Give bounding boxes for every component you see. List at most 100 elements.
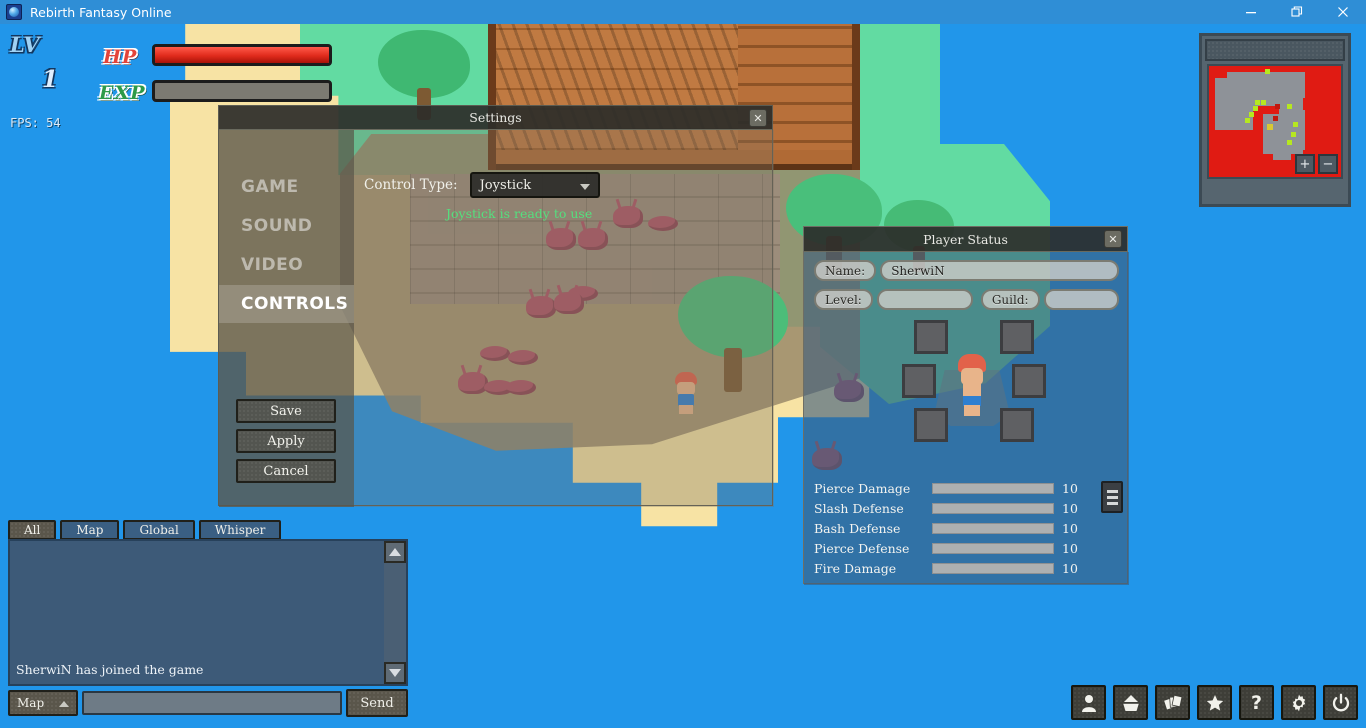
chat-channel-select[interactable]: Map: [8, 690, 78, 716]
equipment-slot[interactable]: [1000, 408, 1034, 442]
chat-log: SherwiN has joined the game: [8, 539, 408, 686]
chevron-down-icon: [579, 184, 590, 190]
hp-bar: [152, 44, 332, 66]
action-icon-bar: ?: [1071, 685, 1358, 720]
stat-value: 10: [1062, 500, 1078, 516]
close-button[interactable]: [1320, 0, 1366, 24]
chat-tab-map[interactable]: Map: [60, 520, 120, 540]
level-label: LV: [10, 32, 41, 57]
cancel-button[interactable]: Cancel: [236, 459, 336, 483]
exp-bar: [152, 80, 332, 102]
guild-field[interactable]: [1043, 289, 1119, 310]
save-button[interactable]: Save: [236, 399, 336, 423]
chat-channel-value: Map: [17, 696, 45, 710]
chat-input[interactable]: [82, 691, 342, 715]
chat-tab-whisper[interactable]: Whisper: [198, 520, 282, 540]
apply-button[interactable]: Apply: [236, 429, 336, 453]
triangle-up-icon: [389, 548, 401, 556]
stat-row: Fire Damage 10: [814, 558, 1119, 578]
settings-gear-icon[interactable]: [1281, 685, 1316, 720]
player-status-title: Player Status: [923, 231, 1008, 247]
chat-tab-global[interactable]: Global: [123, 520, 195, 540]
window-controls: [1228, 0, 1366, 24]
name-field[interactable]: SherwiN: [880, 260, 1119, 281]
stat-name: Pierce Defense: [814, 540, 910, 556]
settings-tab-video[interactable]: VIDEO: [219, 246, 354, 284]
equipment-slot[interactable]: [1012, 364, 1046, 398]
equipment-slot[interactable]: [902, 364, 936, 398]
stat-bar: [932, 502, 1054, 514]
stat-bar: [932, 542, 1054, 554]
settings-tab-sound[interactable]: SOUND: [219, 207, 354, 245]
chat-tab-list: All Map Global Whisper: [8, 520, 408, 540]
equipment-slot[interactable]: [1000, 320, 1034, 354]
player-status-titlebar: Player Status ✕: [804, 227, 1127, 252]
minimap-zoom-in-button[interactable]: +: [1295, 154, 1315, 174]
level-field[interactable]: [876, 289, 973, 310]
player-hud: LV 1 HP EXP FPS: 54: [0, 24, 340, 130]
equipment-slot[interactable]: [914, 408, 948, 442]
restore-button[interactable]: [1274, 0, 1320, 24]
chat-panel: All Map Global Whisper SherwiN has joine…: [8, 520, 408, 720]
name-label: Name:: [814, 260, 877, 281]
stat-row: Pierce Damage 10: [814, 478, 1119, 498]
stat-value: 10: [1062, 560, 1078, 576]
power-icon[interactable]: [1323, 685, 1358, 720]
minimap-panel[interactable]: + −: [1199, 33, 1351, 207]
hp-label: HP: [103, 46, 138, 68]
scroll-up-button[interactable]: [384, 541, 406, 563]
player-status-close-button[interactable]: ✕: [1104, 230, 1122, 248]
name-row: Name: SherwiN: [814, 260, 1119, 281]
stat-row: Bash Defense 10: [814, 518, 1119, 538]
settings-title: Settings: [469, 110, 522, 125]
scroll-down-button[interactable]: [384, 662, 406, 684]
stat-name: Pierce Damage: [814, 480, 911, 496]
minimap-canvas[interactable]: + −: [1207, 64, 1343, 179]
character-icon[interactable]: [1071, 685, 1106, 720]
settings-dialog[interactable]: Settings ✕ GAME SOUND VIDEO CONTROLS Con…: [218, 105, 774, 507]
chevron-up-icon: [59, 701, 69, 707]
guild-label: Guild:: [980, 289, 1040, 310]
stat-name: Fire Damage: [814, 560, 897, 576]
settings-tab-game[interactable]: GAME: [219, 168, 354, 206]
stat-list: Pierce Damage 10 Slash Defense 10 Bash D…: [814, 478, 1123, 578]
chat-input-row: Map Send: [8, 689, 408, 717]
level-guild-row: Level: Guild:: [814, 289, 1119, 310]
inventory-icon[interactable]: [1113, 685, 1148, 720]
stat-bar: [932, 482, 1054, 494]
help-question-mark: ?: [1250, 691, 1263, 714]
stat-value: 10: [1062, 520, 1078, 536]
settings-content-controls: Control Type: Joystick Joystick is ready…: [354, 130, 774, 507]
exp-label: EXP: [99, 82, 146, 104]
triangle-down-icon: [389, 669, 401, 677]
control-type-row: Control Type: Joystick: [364, 172, 600, 198]
window-title: Rebirth Fantasy Online: [30, 4, 172, 20]
list-menu-icon[interactable]: [1101, 481, 1123, 513]
level-label: Level:: [814, 289, 873, 310]
help-icon[interactable]: ?: [1239, 685, 1274, 720]
stat-bar: [932, 562, 1054, 574]
control-type-select[interactable]: Joystick: [469, 172, 600, 198]
stat-value: 10: [1062, 480, 1078, 496]
stat-name: Slash Defense: [814, 500, 904, 516]
app-orb-icon: [6, 4, 22, 20]
stat-row: Pierce Defense 10: [814, 538, 1119, 558]
character-preview: [953, 354, 991, 416]
equipment-paper-doll: [814, 318, 1119, 470]
stat-name: Bash Defense: [814, 520, 901, 536]
player-status-dialog[interactable]: Player Status ✕ Name: SherwiN Level: Gui…: [803, 226, 1129, 585]
chat-tab-all[interactable]: All: [8, 520, 57, 540]
minimize-button[interactable]: [1228, 0, 1274, 24]
chat-message-list: SherwiN has joined the game: [16, 661, 380, 678]
fps-counter: FPS: 54: [10, 116, 61, 130]
chat-scrollbar[interactable]: [384, 541, 406, 684]
settings-close-button[interactable]: ✕: [749, 109, 767, 127]
star-icon[interactable]: [1197, 685, 1232, 720]
control-status-message: Joystick is ready to use: [446, 206, 593, 221]
settings-titlebar: Settings ✕: [219, 106, 772, 130]
equipment-slot[interactable]: [914, 320, 948, 354]
settings-tab-controls[interactable]: CONTROLS: [219, 285, 354, 323]
minimap-zoom-out-button[interactable]: −: [1318, 154, 1338, 174]
send-button[interactable]: Send: [346, 689, 408, 717]
skills-icon[interactable]: [1155, 685, 1190, 720]
